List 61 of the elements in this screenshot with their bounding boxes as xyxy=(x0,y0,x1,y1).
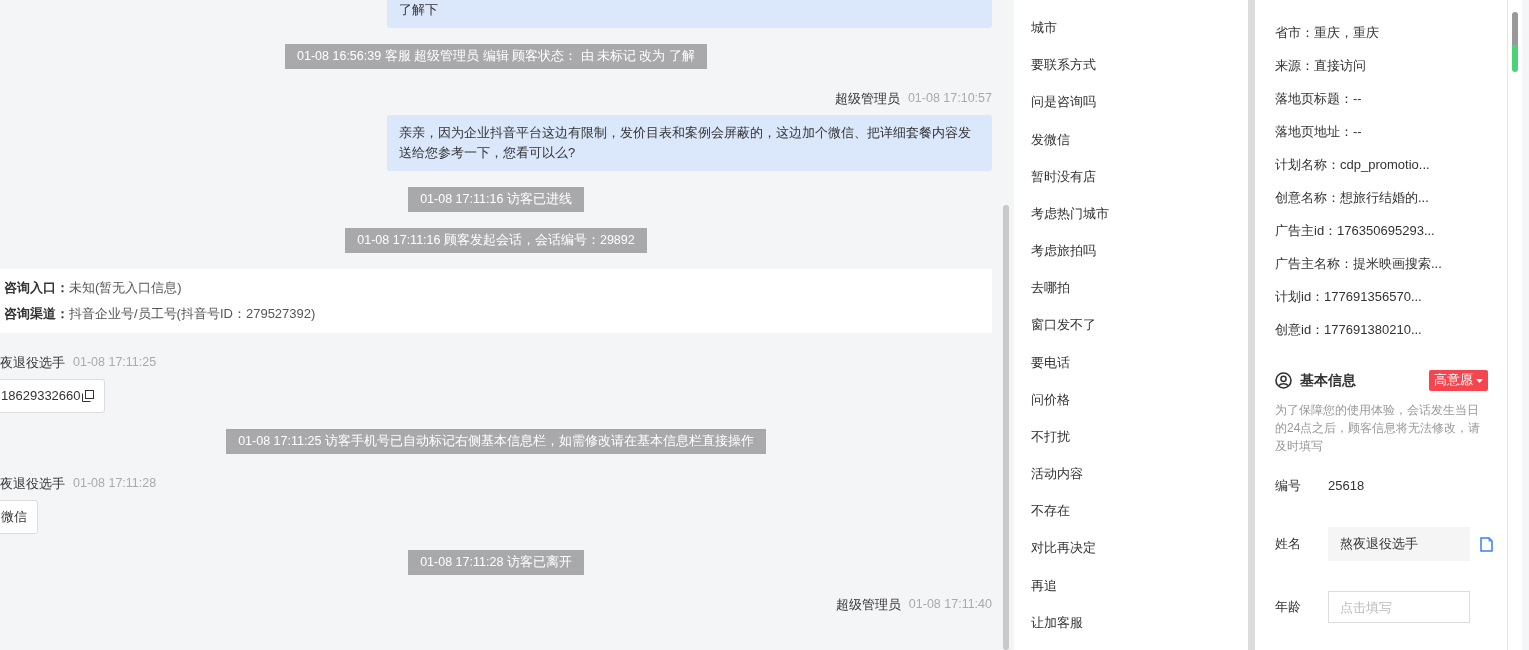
info-line: 广告主id：176350695293... xyxy=(1275,222,1436,240)
quick-reply-item[interactable]: 窗口发不了 xyxy=(1031,315,1248,353)
quick-reply-item[interactable]: 要联系方式 xyxy=(1031,55,1248,93)
name-field[interactable]: 熬夜退役选手 xyxy=(1328,527,1470,561)
info-line: 计划名称：cdp_promotio... xyxy=(1275,156,1431,174)
sender-name: 夜退役选手 xyxy=(0,355,65,372)
quick-reply-item[interactable]: 要电话 xyxy=(1031,352,1248,390)
message-time: 01-08 17:11:25 xyxy=(73,355,157,371)
intent-dropdown[interactable]: 高意愿 xyxy=(1429,370,1488,391)
scrollbar[interactable] xyxy=(1512,12,1518,72)
quick-reply-item[interactable]: 暂时没有店 xyxy=(1031,166,1248,204)
quick-reply-item[interactable]: 让加客服 xyxy=(1031,612,1248,650)
input-field[interactable]: 点击填写 xyxy=(1328,591,1470,623)
system-notice: 01-08 17:11:25 访客手机号已自动标记右侧基本信息栏，如需修改请在基本信息栏直接操作 xyxy=(226,429,766,454)
copy-icon[interactable] xyxy=(81,390,94,402)
quick-reply-item[interactable]: 不打扰 xyxy=(1031,426,1248,465)
info-line: 来源：直接访问 xyxy=(1275,57,1367,75)
info-line: 创意名称：想旅行结婚的... xyxy=(1275,189,1430,207)
user-icon xyxy=(1275,372,1292,389)
notice-text: 为了保障您的使用体验，会话发生当日的24点之后，顾客信息将无法修改，请及时填写 xyxy=(1275,402,1482,455)
quick-reply-item[interactable]: 问价格 xyxy=(1031,389,1248,427)
message-text: 微信 xyxy=(1,508,27,526)
quick-reply-item[interactable]: 考虑旅拍吗 xyxy=(1031,241,1248,279)
message-text: 18629332660 xyxy=(1,387,81,405)
field-label: 姓名 xyxy=(1275,535,1302,553)
sender-name: 夜退役选手 xyxy=(0,476,65,493)
quick-reply-item[interactable]: 不存在 xyxy=(1031,501,1248,539)
sender-name: 超级管理员 xyxy=(835,597,901,614)
system-notice: 01-08 17:11:16 顾客发起会话，会话编号：29892 xyxy=(345,228,647,253)
info-line: 省市：重庆，重庆 xyxy=(1275,24,1380,42)
quick-reply-item[interactable]: 考虑热门城市 xyxy=(1031,203,1248,242)
field-label: 年龄 xyxy=(1275,598,1302,616)
system-notice: 01-08 17:11:28 访客已离开 xyxy=(408,550,584,575)
message-text: 了解下 xyxy=(399,2,438,17)
caret-icon xyxy=(1476,378,1483,383)
field-value: 25618 xyxy=(1328,477,1365,495)
quick-reply-item[interactable]: 城市 xyxy=(1031,18,1248,56)
info-line: 广告主名称：提米映画搜索... xyxy=(1275,255,1443,273)
info-line: 创意id：177691380210... xyxy=(1275,321,1423,339)
quick-reply-item[interactable]: 问是咨询吗 xyxy=(1031,92,1248,130)
document-icon[interactable] xyxy=(1480,536,1493,552)
quick-reply-item[interactable]: 活动内容 xyxy=(1031,464,1248,502)
quick-reply-item[interactable]: 对比再决定 xyxy=(1031,538,1248,576)
sender-name: 超级管理员 xyxy=(834,91,900,108)
info-line: 计划id：177691356570... xyxy=(1275,288,1423,306)
message-time: 01-08 17:11:40 xyxy=(908,597,992,613)
info-line: 落地页地址：-- xyxy=(1275,123,1363,141)
section-title: 基本信息 xyxy=(1300,371,1357,390)
system-notice: 01-08 17:11:16 访客已进线 xyxy=(408,187,584,212)
info-line: 咨询渠道：抖音企业号/员工号(抖音号ID：279527392) xyxy=(4,305,317,323)
quick-reply-item[interactable]: 发微信 xyxy=(1031,129,1248,167)
message-time: 01-08 17:11:28 xyxy=(73,476,157,492)
scrollbar[interactable] xyxy=(1003,205,1009,650)
quick-reply-item[interactable]: 再追 xyxy=(1031,575,1248,613)
field-label: 编号 xyxy=(1275,477,1302,495)
quick-reply-item[interactable]: 去哪拍 xyxy=(1031,278,1248,316)
info-line: 咨询入口：未知(暂无入口信息) xyxy=(4,279,183,297)
message-time: 01-08 17:10:57 xyxy=(907,91,992,107)
message-text: 亲亲，因为企业抖音平台这边有限制，发价目表和案例会屏蔽的，这边加个微信、把详细套餐内容发送给您参考一下，您看可以么? xyxy=(399,125,971,160)
system-notice: 01-08 16:56:39 客服 超级管理员 编辑 顾客状态： 由 未标记 改为 了解 xyxy=(285,44,707,69)
info-line: 落地页标题：-- xyxy=(1275,90,1363,108)
